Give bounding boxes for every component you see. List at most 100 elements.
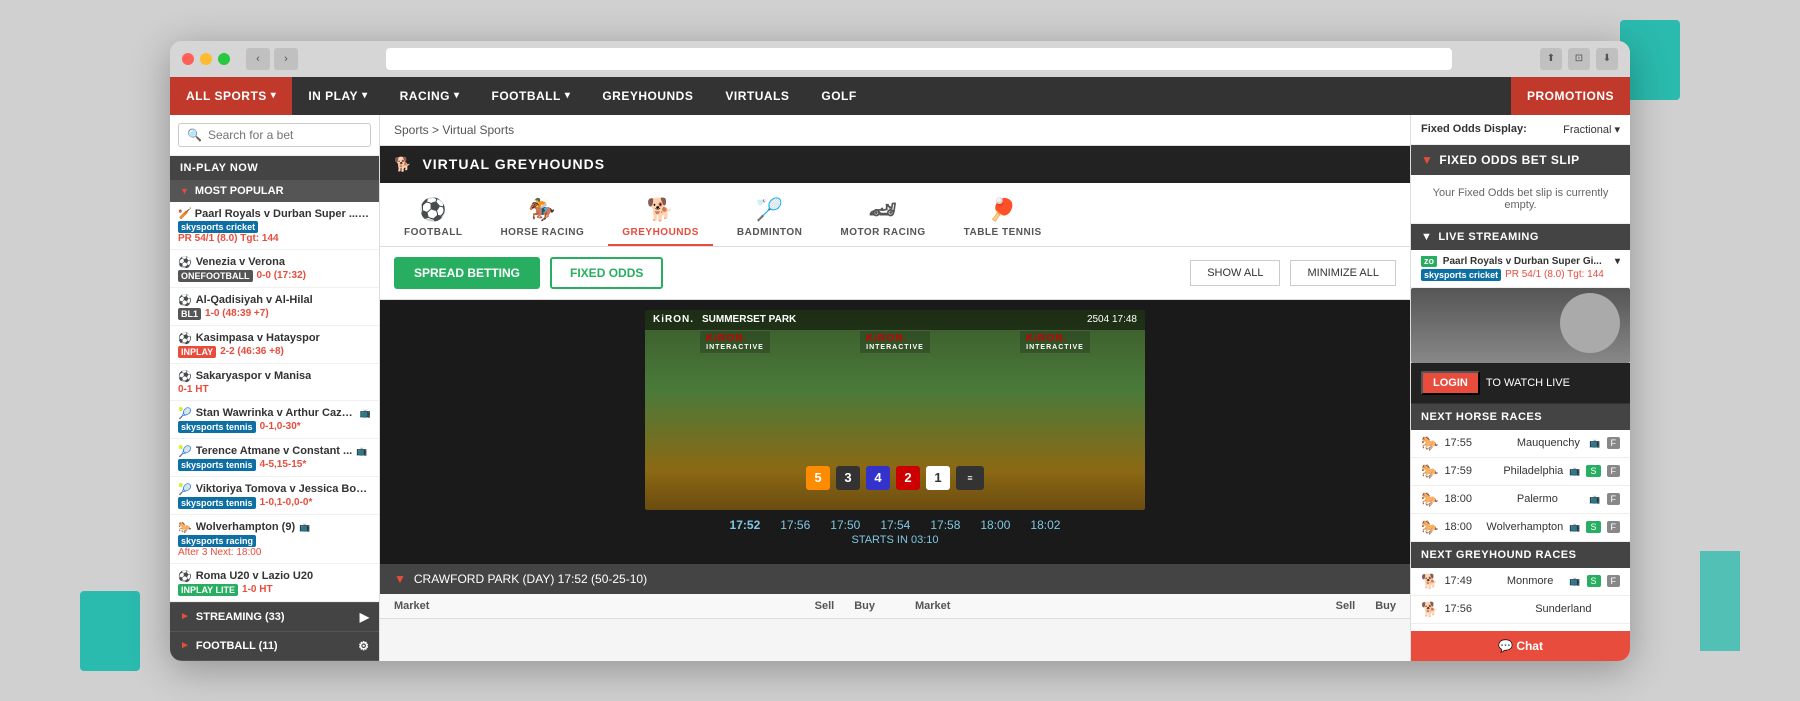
forward-button[interactable]: ›	[274, 48, 298, 70]
race-time: 18:00	[1444, 521, 1480, 533]
nav-in-play[interactable]: IN PLAY ▾	[292, 77, 383, 115]
streaming-section[interactable]: ► STREAMING (33) ▶	[170, 602, 379, 631]
match-info: After 3 Next: 18:00	[178, 547, 371, 558]
dog-numbers: 5 3 4 2 1 ≡	[645, 466, 1145, 490]
copy-button[interactable]: ⊡	[1568, 48, 1590, 70]
greyhound-icon: 🐕	[1421, 573, 1438, 590]
close-button[interactable]	[182, 53, 194, 65]
tv-icon: 📺	[1589, 438, 1600, 449]
list-item[interactable]: 🐎 Wolverhampton (9) 📺 skysports racing A…	[170, 515, 379, 564]
betslip-header: ▼ FIXED ODDS BET SLIP	[1411, 145, 1630, 175]
list-item[interactable]: 🎾 Terence Atmane v Constant ... 📺 skyspo…	[170, 439, 379, 477]
sky-sports-badge: skysports cricket	[1421, 269, 1501, 281]
chat-icon: 💬	[1498, 639, 1513, 653]
horse-race-row-3[interactable]: 🐎 18:00 Palermo 📺 F	[1411, 486, 1630, 514]
tab-horse-racing[interactable]: 🏇 HORSE RACING	[486, 191, 598, 246]
sky-badge: skysports racing	[178, 535, 256, 547]
chat-button[interactable]: 💬 Chat	[1411, 631, 1630, 661]
minimize-all-button[interactable]: MINIMIZE ALL	[1290, 260, 1396, 286]
race-time-1800[interactable]: 18:00	[980, 518, 1010, 532]
next-greyhound-races-header: NEXT GREYHOUND RACES	[1411, 542, 1630, 568]
league-badge: ONEFOOTBALL	[178, 270, 253, 282]
tv-icon: 📺	[356, 446, 367, 457]
tv-icon: 📺	[1569, 466, 1580, 477]
search-input-wrap[interactable]: 🔍	[178, 123, 371, 147]
login-button[interactable]: LOGIN	[1421, 371, 1480, 395]
nav-golf[interactable]: GOLF	[805, 77, 872, 115]
nav-greyhounds[interactable]: GREYHOUNDS	[586, 77, 709, 115]
race-tag-s: S	[1586, 465, 1600, 477]
football-label: FOOTBALL (11)	[196, 640, 278, 652]
chevron-down-icon: ▾	[362, 90, 368, 101]
greyhound-race-row-1[interactable]: 🐕 17:49 Monmore 📺 S F	[1411, 568, 1630, 596]
race-time-1752[interactable]: 17:52	[730, 518, 761, 532]
list-item[interactable]: ⚽ Kasimpasa v Hatayspor INPLAY 2-2 (46:3…	[170, 326, 379, 364]
race-time-1802[interactable]: 18:02	[1030, 518, 1060, 532]
maximize-button[interactable]	[218, 53, 230, 65]
race-tag-s: S	[1587, 575, 1601, 587]
triangle-icon: ▼	[394, 572, 406, 586]
horse-icon: 🐎	[178, 521, 192, 534]
live-match-row[interactable]: zo Paarl Royals v Durban Super Gi... ▾ s…	[1411, 250, 1630, 288]
horse-icon: 🐎	[1421, 435, 1438, 452]
download-button[interactable]: ⬇	[1596, 48, 1618, 70]
race-time-1754[interactable]: 17:54	[880, 518, 910, 532]
list-item[interactable]: 🎾 Viktoriya Tomova v Jessica Bouz... sky…	[170, 477, 379, 515]
greyhound-race-row-2[interactable]: 🐕 17:56 Sunderland	[1411, 596, 1630, 624]
tab-greyhounds[interactable]: 🐕 GREYHOUNDS	[608, 191, 713, 246]
sport-tabs: ⚽ FOOTBALL 🏇 HORSE RACING 🐕 GREYHOUNDS	[380, 183, 1410, 247]
tv-icon: 📺	[1589, 494, 1600, 505]
list-item[interactable]: ⚽ Sakaryaspor v Manisa 0-1 HT	[170, 364, 379, 401]
minimize-button[interactable]	[200, 53, 212, 65]
spread-betting-button[interactable]: SPREAD BETTING	[394, 257, 540, 289]
left-sidebar: 🔍 IN-PLAY NOW ▼ MOST POPULAR	[170, 115, 380, 661]
nav-all-sports[interactable]: ALL SPORTS ▾	[170, 77, 292, 115]
tab-badminton[interactable]: 🏸 BADMINTON	[723, 191, 816, 246]
nav-virtuals[interactable]: VIRTUALS	[709, 77, 805, 115]
horse-race-row-1[interactable]: 🐎 17:55 Mauquenchy 📺 F	[1411, 430, 1630, 458]
list-item[interactable]: ⚽ Roma U20 v Lazio U20 INPLAY LITE 1-0 H…	[170, 564, 379, 602]
tab-football[interactable]: ⚽ FOOTBALL	[390, 191, 476, 246]
match-score: 4-5,15-15*	[260, 459, 307, 470]
race-name: Monmore	[1507, 575, 1563, 587]
nav-promotions[interactable]: PROMOTIONS	[1511, 77, 1630, 115]
fixed-odds-button[interactable]: FIXED ODDS	[550, 257, 663, 289]
dog-number-1: 1	[926, 466, 950, 490]
match-score: 0-1 HT	[178, 384, 209, 395]
race-time-1756[interactable]: 17:56	[780, 518, 810, 532]
address-bar[interactable]	[386, 48, 1452, 70]
next-horse-races-header: NEXT HORSE RACES	[1411, 404, 1630, 430]
search-bar: 🔍	[170, 115, 379, 156]
triangle-icon: ▼	[1421, 153, 1433, 167]
share-button[interactable]: ⬆	[1540, 48, 1562, 70]
video-area: KiRON. SUMMERSET PARK 2504 17:48 KiRON.I…	[380, 300, 1410, 564]
race-time-1750[interactable]: 17:50	[830, 518, 860, 532]
tennis-section[interactable]: ► TENNIS (12) 🎾	[170, 660, 379, 661]
live-match-score: PR 54/1 (8.0) Tgt: 144	[1505, 269, 1604, 280]
list-item[interactable]: ⚽ Al-Qadisiyah v Al-Hilal BL1 1-0 (48:39…	[170, 288, 379, 326]
horse-race-row-2[interactable]: 🐎 17:59 Philadelphia 📺 S F	[1411, 458, 1630, 486]
nav-football[interactable]: FOOTBALL ▾	[475, 77, 586, 115]
kiron-logo: KiRON.	[653, 314, 694, 325]
live-stream-preview	[1411, 288, 1630, 363]
search-input[interactable]	[208, 128, 362, 142]
tab-table-tennis[interactable]: 🏓 TABLE TENNIS	[950, 191, 1056, 246]
buy-col-1: Buy	[854, 600, 875, 612]
back-button[interactable]: ‹	[246, 48, 270, 70]
list-item[interactable]: 🏏 Paarl Royals v Durban Super ... 📺 skys…	[170, 202, 379, 250]
race-time-1758[interactable]: 17:58	[930, 518, 960, 532]
nav-racing[interactable]: RACING ▾	[384, 77, 476, 115]
triangle-icon: ▼	[180, 186, 189, 196]
tv-icon: 📺	[1569, 576, 1580, 587]
horse-race-row-4[interactable]: 🐎 18:00 Wolverhampton 📺 S F	[1411, 514, 1630, 542]
odds-dropdown[interactable]: Fractional ▾	[1563, 123, 1620, 136]
list-item[interactable]: ⚽ Venezia v Verona ONEFOOTBALL 0-0 (17:3…	[170, 250, 379, 288]
race-tag-f: F	[1607, 465, 1621, 477]
tab-motor-racing[interactable]: 🏎 MOTOR RACING	[826, 191, 939, 246]
show-all-button[interactable]: SHOW ALL	[1190, 260, 1280, 286]
football-section[interactable]: ► FOOTBALL (11) ⚙	[170, 631, 379, 660]
list-item[interactable]: 🎾 Stan Wawrinka v Arthur Caza... 📺 skysp…	[170, 401, 379, 439]
tv-icon: 📺	[1569, 522, 1580, 533]
market-col-2: Market	[915, 600, 1336, 612]
center-content: Sports > Virtual Sports 🐕 VIRTUAL GREYHO…	[380, 115, 1410, 661]
